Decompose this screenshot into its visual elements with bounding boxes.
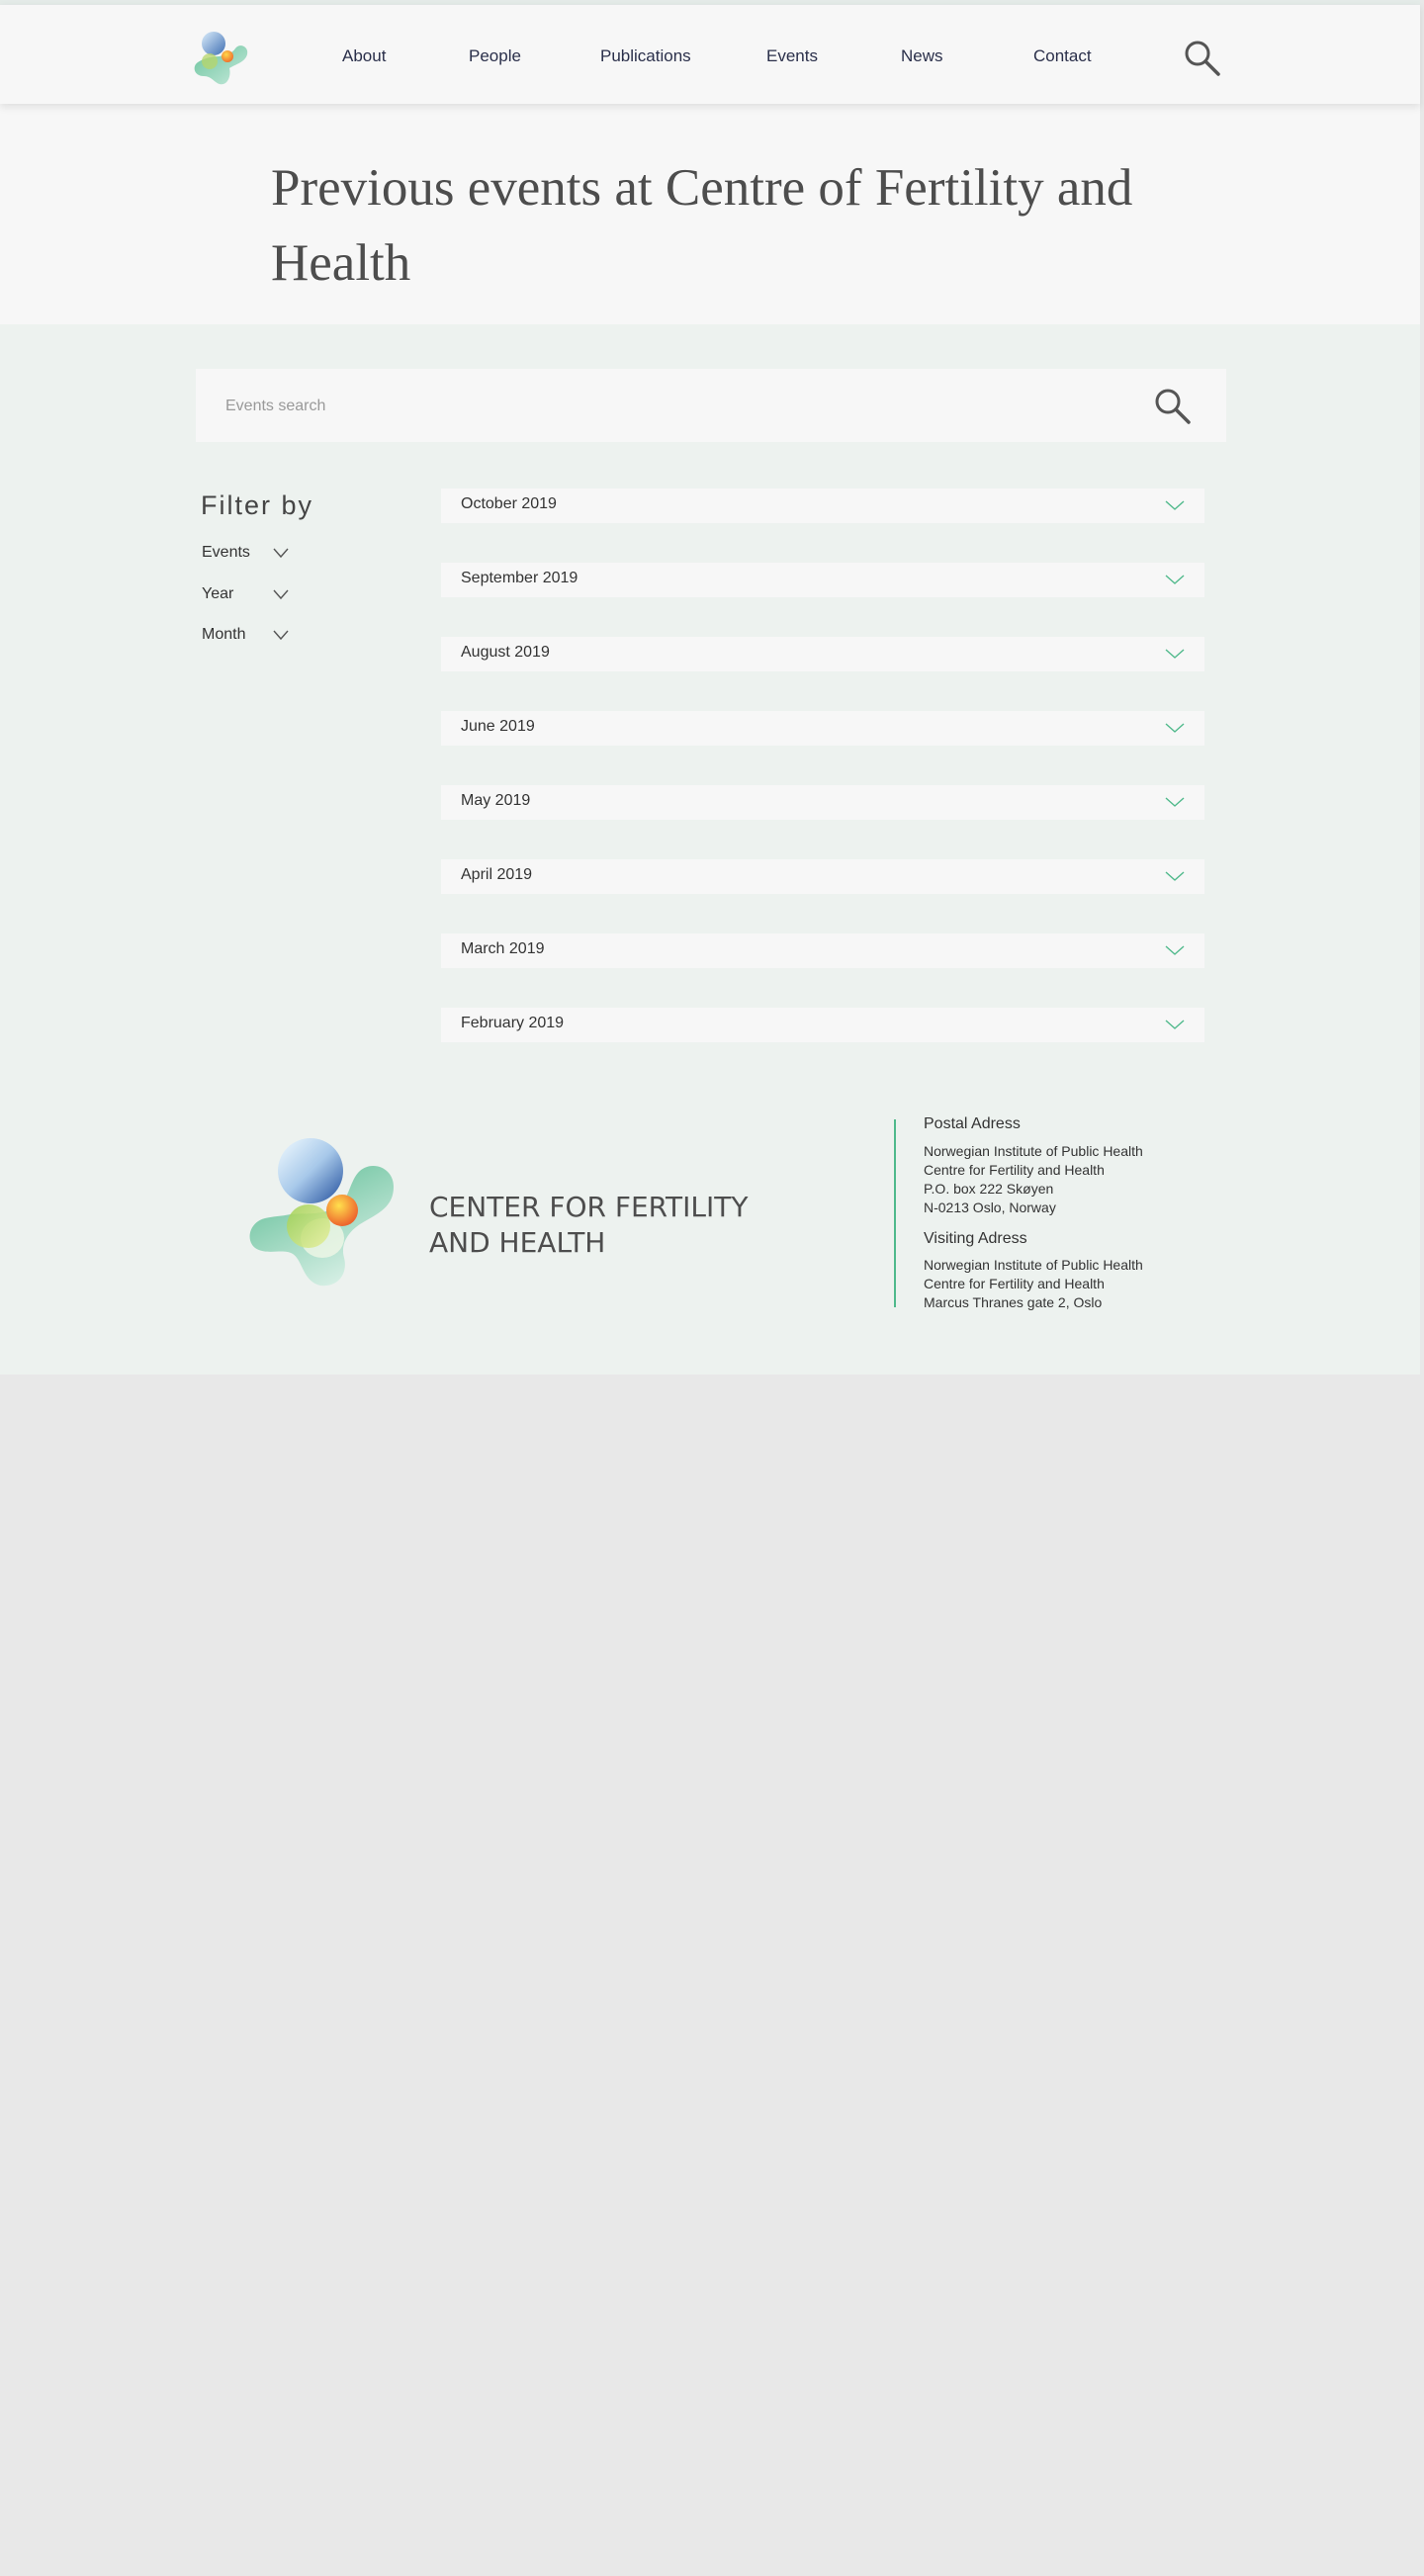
nav-item-about[interactable]: About (342, 46, 386, 66)
postal-address-line: Centre for Fertility and Health (924, 1162, 1105, 1178)
filter-title: Filter by (201, 490, 314, 520)
postal-address-heading: Postal Adress (924, 1115, 1021, 1132)
month-label: September 2019 (461, 570, 578, 586)
chevron-down-icon (273, 630, 289, 641)
postal-address-line: N-0213 Oslo, Norway (924, 1199, 1056, 1215)
month-label: August 2019 (461, 644, 550, 661)
filter-label: Events (202, 544, 250, 561)
footer-logo-icon (249, 1138, 394, 1287)
visiting-address-line: Marcus Thranes gate 2, Oslo (924, 1294, 1103, 1310)
nav-item-people[interactable]: People (469, 46, 521, 66)
filter-year[interactable]: Year (202, 583, 311, 607)
visiting-address-line: Norwegian Institute of Public Health (924, 1257, 1143, 1273)
month-label: March 2019 (461, 940, 545, 957)
footer-org-line: CENTER FOR FERTILITY (429, 1191, 749, 1223)
month-label: June 2019 (461, 718, 535, 735)
filter-month[interactable]: Month (202, 624, 311, 648)
chevron-down-icon (1165, 500, 1185, 510)
month-row[interactable]: March 2019 (441, 933, 1204, 968)
visiting-address-line: Centre for Fertility and Health (924, 1276, 1105, 1291)
month-row[interactable]: September 2019 (441, 563, 1204, 597)
chevron-down-icon (273, 589, 289, 600)
site-header: About People Publications Events News Co… (0, 5, 1420, 104)
month-row[interactable]: February 2019 (441, 1008, 1204, 1042)
month-row[interactable]: August 2019 (441, 637, 1204, 671)
month-row[interactable]: June 2019 (441, 711, 1204, 746)
month-label: October 2019 (461, 495, 557, 512)
events-search-box (196, 369, 1226, 444)
chevron-down-icon (1165, 1020, 1185, 1029)
chevron-down-icon (1165, 723, 1185, 733)
postal-address-line: P.O. box 222 Skøyen (924, 1181, 1054, 1197)
nav-item-events[interactable]: Events (766, 46, 818, 66)
chevron-down-icon (1165, 945, 1185, 955)
month-label: April 2019 (461, 866, 533, 883)
chevron-down-icon (1165, 871, 1185, 881)
search-icon[interactable] (1153, 387, 1193, 426)
events-search-input[interactable] (223, 369, 1117, 444)
visiting-address-heading: Visiting Adress (924, 1230, 1027, 1247)
nav-item-news[interactable]: News (901, 46, 943, 66)
footer-org-line: AND HEALTH (429, 1226, 606, 1259)
month-row[interactable]: May 2019 (441, 785, 1204, 820)
footer-divider (894, 1119, 896, 1307)
chevron-down-icon (1165, 575, 1185, 584)
page-content: About People Publications Events News Co… (0, 0, 1420, 1375)
filter-label: Month (202, 626, 246, 643)
month-label: May 2019 (461, 792, 531, 809)
month-row[interactable]: April 2019 (441, 859, 1204, 894)
filter-label: Year (202, 585, 234, 602)
footer-org-name: CENTER FOR FERTILITY AND HEALTH (429, 1190, 765, 1261)
search-icon[interactable] (1183, 39, 1222, 78)
chevron-down-icon (1165, 797, 1185, 807)
chevron-down-icon (273, 548, 289, 559)
filter-events[interactable]: Events (202, 542, 311, 566)
nav-item-publications[interactable]: Publications (600, 46, 691, 66)
nav-item-contact[interactable]: Contact (1033, 46, 1092, 66)
page-title: Previous events at Centre of Fertility a… (271, 159, 1133, 292)
site-logo-icon[interactable] (190, 27, 253, 86)
month-label: February 2019 (461, 1015, 565, 1031)
postal-address-line: Norwegian Institute of Public Health (924, 1143, 1143, 1159)
month-row[interactable]: October 2019 (441, 489, 1204, 523)
chevron-down-icon (1165, 649, 1185, 659)
